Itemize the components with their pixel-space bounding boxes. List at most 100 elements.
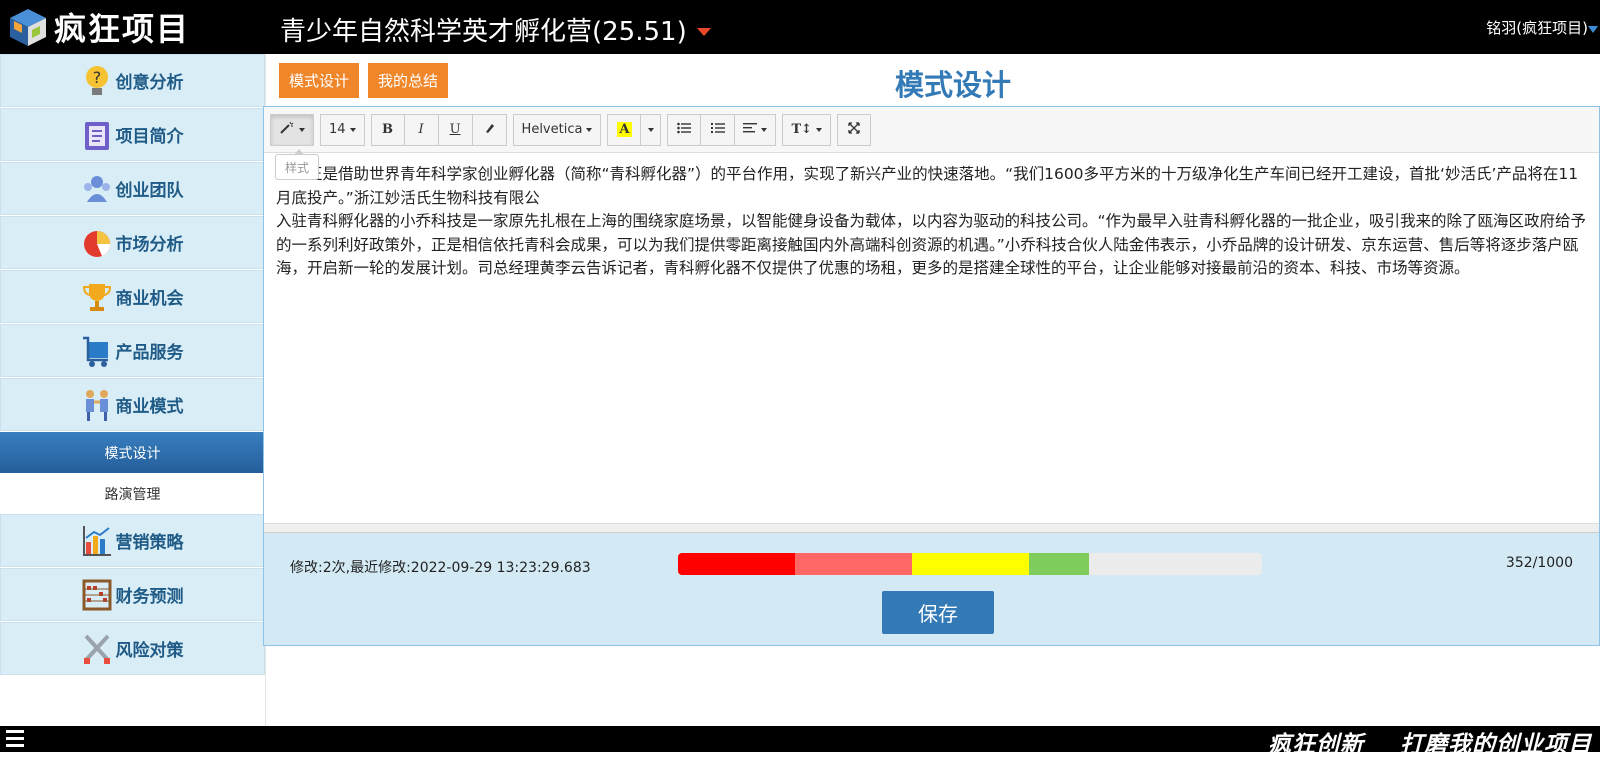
caret-down-icon: [696, 27, 711, 36]
bar-chart-icon: [82, 524, 112, 558]
font-family-dropdown[interactable]: Helvetica: [512, 113, 602, 146]
fullscreen-button[interactable]: [837, 113, 872, 146]
user-menu[interactable]: 铭羽(疯狂项目): [1486, 17, 1588, 38]
underline-icon: U: [449, 122, 461, 137]
bold-button[interactable]: B: [370, 113, 405, 146]
tab-my-summary[interactable]: 我的总结: [368, 63, 449, 98]
sidebar-item-label: 创意分析: [115, 73, 184, 93]
sidebar-item-marketing[interactable]: 营销策略: [0, 514, 265, 567]
project-title: 青少年自然科学英才孵化营(25.51): [280, 17, 687, 47]
clipboard-icon: [82, 118, 112, 152]
align-dropdown[interactable]: [735, 113, 777, 146]
caret-down-icon: [299, 127, 305, 132]
handshake-icon: [82, 388, 112, 422]
sidebar-item-business-opportunity[interactable]: 商业机会: [0, 270, 265, 323]
sidebar-item-business-model[interactable]: 商业模式: [0, 378, 265, 431]
pie-chart-icon: [82, 226, 112, 260]
progress-segment-green: [1029, 553, 1089, 575]
italic-icon: I: [418, 122, 424, 137]
tab-bar: 模式设计 我的总结: [279, 63, 449, 98]
sidebar-subitem-mode-design[interactable]: 模式设计: [0, 432, 265, 473]
style-button[interactable]: [270, 113, 314, 146]
ordered-list-button[interactable]: [701, 113, 736, 146]
progress-segment-yellow: [912, 553, 1029, 575]
rich-text-editor: 14 B I U Helvetica A T↕ 样式 正是借助世界青年科学家创业…: [263, 106, 1600, 646]
tab-mode-design[interactable]: 模式设计: [279, 63, 360, 98]
footer: 疯狂创新 打磨我的创业项目: [0, 726, 1600, 758]
lightbulb-question-icon: ?: [82, 64, 112, 98]
cart-icon: [82, 334, 112, 368]
caret-down-icon: [586, 127, 593, 132]
cube-logo-icon: [6, 6, 50, 48]
project-selector[interactable]: 青少年自然科学英才孵化营(25.51): [280, 11, 711, 48]
sidebar-item-project-intro[interactable]: 项目简介: [0, 108, 265, 161]
hamburger-menu-icon[interactable]: [6, 730, 24, 748]
editor-status-bar: 修改:2次,最近修改:2022-09-29 13:23:29.683 352/1…: [264, 533, 1599, 595]
sidebar-item-label: 市场分析: [115, 235, 184, 255]
ordered-list-icon: [710, 122, 725, 138]
main-area: 模式设计 模式设计 我的总结 14 B I U Helvetica A T↕ 样…: [263, 54, 1600, 726]
content-paragraph: 入驻青科孵化器的小乔科技是一家原先扎根在上海的围绕家庭场景，以智能健身设备为载体…: [276, 212, 1587, 277]
logo-text: 疯狂项目: [54, 10, 191, 48]
underline-button[interactable]: U: [438, 113, 473, 146]
sidebar-item-label: 项目简介: [115, 127, 184, 147]
footer-slogan: 疯狂创新 打磨我的创业项目: [1267, 732, 1592, 758]
align-left-icon: [743, 122, 758, 138]
sidebar-item-label: 商业机会: [115, 289, 184, 309]
svg-text:?: ?: [92, 68, 101, 87]
italic-button[interactable]: I: [404, 113, 439, 146]
logo[interactable]: 疯狂项目: [6, 6, 190, 48]
modification-info: 修改:2次,最近修改:2022-09-29 13:23:29.683: [290, 560, 591, 576]
style-tooltip: 样式: [275, 149, 319, 180]
fullscreen-icon: [848, 121, 860, 138]
font-size-value: 14: [329, 122, 346, 137]
crossed-swords-icon: [82, 632, 112, 666]
top-bar: 疯狂项目 青少年自然科学英才孵化营(25.51) 铭羽(疯狂项目): [0, 0, 1600, 54]
line-height-dropdown[interactable]: T↕: [782, 113, 832, 146]
sidebar-item-label: 创业团队: [115, 181, 184, 201]
sidebar-item-products-services[interactable]: 产品服务: [0, 324, 265, 377]
sidebar: ? 创意分析 项目简介 创业团队 市场分析 商业机会 产品服务 商业模式 模式设…: [0, 54, 266, 726]
caret-down-icon: [647, 127, 654, 132]
word-counter: 352/1000: [1505, 555, 1573, 571]
caret-down-icon: [816, 127, 823, 132]
text-color-dropdown[interactable]: [641, 113, 662, 146]
word-count-progress: [678, 553, 1262, 575]
sidebar-item-label: 风险对策: [115, 641, 184, 661]
sidebar-item-financial-forecast[interactable]: 财务预测: [0, 568, 265, 621]
progress-segment-red: [678, 553, 795, 575]
caret-down-icon: [761, 127, 768, 132]
trophy-icon: [82, 280, 112, 314]
user-caret-icon: [1588, 26, 1598, 33]
bold-icon: B: [382, 122, 394, 137]
sidebar-item-label: 商业模式: [115, 397, 184, 417]
progress-segment-light-red: [795, 553, 912, 575]
editor-toolbar: 14 B I U Helvetica A T↕: [264, 107, 1599, 153]
page-title: 模式设计: [894, 68, 1011, 102]
text-color-icon: A: [617, 122, 632, 137]
team-icon: [82, 172, 112, 206]
magic-wand-icon: [279, 121, 295, 139]
sidebar-item-team[interactable]: 创业团队: [0, 162, 265, 215]
unordered-list-button[interactable]: [667, 113, 702, 146]
sidebar-item-market-analysis[interactable]: 市场分析: [0, 216, 265, 269]
font-size-dropdown[interactable]: 14: [320, 113, 365, 146]
text-color-button[interactable]: A: [607, 113, 642, 146]
unordered-list-icon: [677, 122, 692, 138]
sidebar-item-label: 财务预测: [115, 587, 184, 607]
text-height-icon: T↕: [791, 122, 813, 137]
save-button[interactable]: 保存: [882, 591, 994, 634]
eraser-button[interactable]: [472, 113, 507, 146]
sidebar-item-label: 产品服务: [115, 343, 184, 363]
sidebar-subitem-roadshow[interactable]: 路演管理: [0, 473, 265, 514]
font-family-value: Helvetica: [521, 122, 583, 137]
editor-content[interactable]: 正是借助世界青年科学家创业孵化器（简称“青科孵化器”）的平台作用，实现了新兴产业…: [264, 153, 1599, 523]
caret-down-icon: [349, 127, 356, 132]
sidebar-item-creative-analysis[interactable]: ? 创意分析: [0, 54, 265, 107]
editor-resize-handle[interactable]: [264, 523, 1599, 533]
abacus-icon: [82, 578, 112, 612]
sidebar-item-label: 营销策略: [115, 533, 184, 553]
content-paragraph: 正是借助世界青年科学家创业孵化器（简称“青科孵化器”）的平台作用，实现了新兴产业…: [276, 165, 1579, 207]
sidebar-item-risk-countermeasures[interactable]: 风险对策: [0, 622, 265, 675]
eraser-icon: [483, 122, 495, 138]
